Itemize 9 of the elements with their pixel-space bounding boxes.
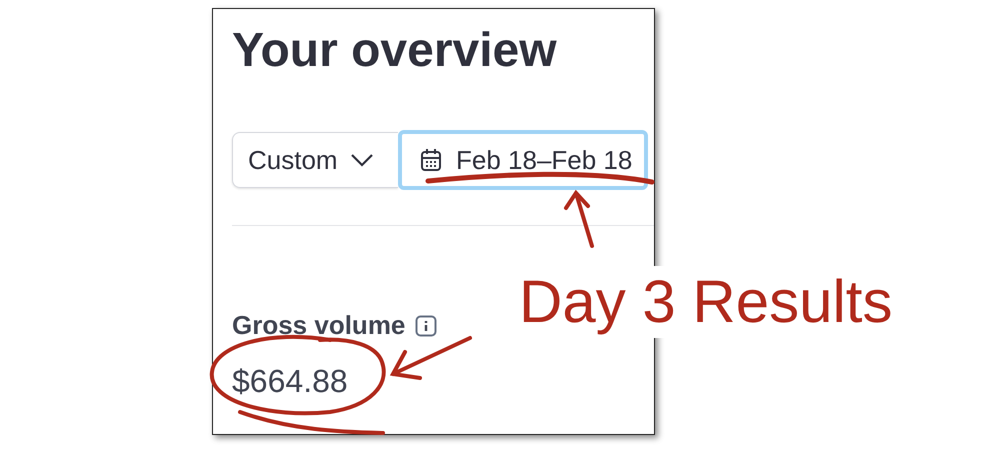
date-range-button[interactable]: Feb 18–Feb 18 [398,130,648,190]
calendar-icon [420,148,442,172]
metric-label: Gross volume [232,309,406,342]
chevron-down-icon [350,153,374,167]
arrow-mark [564,190,594,248]
info-icon [415,314,438,336]
page-title: Your overview [232,23,558,79]
range-dropdown[interactable]: Custom [232,132,398,188]
metric-value: $664.88 [232,362,348,401]
